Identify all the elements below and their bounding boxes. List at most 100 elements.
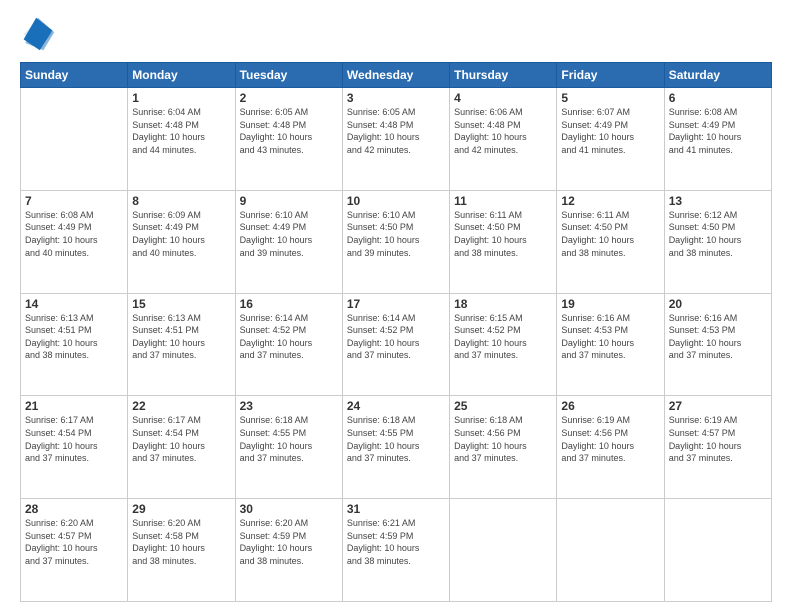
day-info: Sunrise: 6:19 AM Sunset: 4:57 PM Dayligh… bbox=[669, 414, 767, 464]
day-number: 1 bbox=[132, 91, 230, 105]
calendar-cell bbox=[664, 499, 771, 602]
calendar-cell: 17Sunrise: 6:14 AM Sunset: 4:52 PM Dayli… bbox=[342, 293, 449, 396]
calendar-cell: 1Sunrise: 6:04 AM Sunset: 4:48 PM Daylig… bbox=[128, 88, 235, 191]
calendar-cell: 7Sunrise: 6:08 AM Sunset: 4:49 PM Daylig… bbox=[21, 190, 128, 293]
day-number: 24 bbox=[347, 399, 445, 413]
day-info: Sunrise: 6:13 AM Sunset: 4:51 PM Dayligh… bbox=[132, 312, 230, 362]
day-number: 12 bbox=[561, 194, 659, 208]
day-number: 26 bbox=[561, 399, 659, 413]
calendar-cell bbox=[21, 88, 128, 191]
day-info: Sunrise: 6:12 AM Sunset: 4:50 PM Dayligh… bbox=[669, 209, 767, 259]
day-info: Sunrise: 6:13 AM Sunset: 4:51 PM Dayligh… bbox=[25, 312, 123, 362]
day-number: 17 bbox=[347, 297, 445, 311]
day-number: 16 bbox=[240, 297, 338, 311]
calendar-cell: 20Sunrise: 6:16 AM Sunset: 4:53 PM Dayli… bbox=[664, 293, 771, 396]
day-info: Sunrise: 6:18 AM Sunset: 4:55 PM Dayligh… bbox=[240, 414, 338, 464]
day-info: Sunrise: 6:15 AM Sunset: 4:52 PM Dayligh… bbox=[454, 312, 552, 362]
logo-icon bbox=[20, 16, 56, 52]
calendar-cell: 11Sunrise: 6:11 AM Sunset: 4:50 PM Dayli… bbox=[450, 190, 557, 293]
day-info: Sunrise: 6:18 AM Sunset: 4:56 PM Dayligh… bbox=[454, 414, 552, 464]
calendar-week-4: 28Sunrise: 6:20 AM Sunset: 4:57 PM Dayli… bbox=[21, 499, 772, 602]
day-number: 2 bbox=[240, 91, 338, 105]
day-number: 25 bbox=[454, 399, 552, 413]
day-info: Sunrise: 6:20 AM Sunset: 4:58 PM Dayligh… bbox=[132, 517, 230, 567]
calendar-week-2: 14Sunrise: 6:13 AM Sunset: 4:51 PM Dayli… bbox=[21, 293, 772, 396]
calendar-week-0: 1Sunrise: 6:04 AM Sunset: 4:48 PM Daylig… bbox=[21, 88, 772, 191]
calendar-table: SundayMondayTuesdayWednesdayThursdayFrid… bbox=[20, 62, 772, 602]
day-info: Sunrise: 6:20 AM Sunset: 4:59 PM Dayligh… bbox=[240, 517, 338, 567]
day-number: 10 bbox=[347, 194, 445, 208]
day-number: 30 bbox=[240, 502, 338, 516]
calendar-header-tuesday: Tuesday bbox=[235, 63, 342, 88]
day-number: 5 bbox=[561, 91, 659, 105]
day-number: 22 bbox=[132, 399, 230, 413]
calendar-cell: 3Sunrise: 6:05 AM Sunset: 4:48 PM Daylig… bbox=[342, 88, 449, 191]
calendar-cell: 9Sunrise: 6:10 AM Sunset: 4:49 PM Daylig… bbox=[235, 190, 342, 293]
day-info: Sunrise: 6:21 AM Sunset: 4:59 PM Dayligh… bbox=[347, 517, 445, 567]
calendar-cell: 18Sunrise: 6:15 AM Sunset: 4:52 PM Dayli… bbox=[450, 293, 557, 396]
day-info: Sunrise: 6:10 AM Sunset: 4:50 PM Dayligh… bbox=[347, 209, 445, 259]
day-info: Sunrise: 6:11 AM Sunset: 4:50 PM Dayligh… bbox=[454, 209, 552, 259]
calendar-cell: 31Sunrise: 6:21 AM Sunset: 4:59 PM Dayli… bbox=[342, 499, 449, 602]
calendar-cell bbox=[557, 499, 664, 602]
page: SundayMondayTuesdayWednesdayThursdayFrid… bbox=[0, 0, 792, 612]
day-number: 27 bbox=[669, 399, 767, 413]
calendar-cell: 19Sunrise: 6:16 AM Sunset: 4:53 PM Dayli… bbox=[557, 293, 664, 396]
calendar-cell: 21Sunrise: 6:17 AM Sunset: 4:54 PM Dayli… bbox=[21, 396, 128, 499]
day-number: 20 bbox=[669, 297, 767, 311]
day-number: 4 bbox=[454, 91, 552, 105]
day-info: Sunrise: 6:14 AM Sunset: 4:52 PM Dayligh… bbox=[347, 312, 445, 362]
calendar-header-thursday: Thursday bbox=[450, 63, 557, 88]
calendar-header-friday: Friday bbox=[557, 63, 664, 88]
day-number: 3 bbox=[347, 91, 445, 105]
calendar-cell: 16Sunrise: 6:14 AM Sunset: 4:52 PM Dayli… bbox=[235, 293, 342, 396]
calendar-cell: 24Sunrise: 6:18 AM Sunset: 4:55 PM Dayli… bbox=[342, 396, 449, 499]
calendar-cell bbox=[450, 499, 557, 602]
day-number: 29 bbox=[132, 502, 230, 516]
day-number: 14 bbox=[25, 297, 123, 311]
day-info: Sunrise: 6:08 AM Sunset: 4:49 PM Dayligh… bbox=[669, 106, 767, 156]
calendar-cell: 15Sunrise: 6:13 AM Sunset: 4:51 PM Dayli… bbox=[128, 293, 235, 396]
calendar-cell: 29Sunrise: 6:20 AM Sunset: 4:58 PM Dayli… bbox=[128, 499, 235, 602]
calendar-cell: 22Sunrise: 6:17 AM Sunset: 4:54 PM Dayli… bbox=[128, 396, 235, 499]
day-number: 7 bbox=[25, 194, 123, 208]
day-info: Sunrise: 6:11 AM Sunset: 4:50 PM Dayligh… bbox=[561, 209, 659, 259]
calendar-cell: 10Sunrise: 6:10 AM Sunset: 4:50 PM Dayli… bbox=[342, 190, 449, 293]
day-info: Sunrise: 6:06 AM Sunset: 4:48 PM Dayligh… bbox=[454, 106, 552, 156]
day-info: Sunrise: 6:17 AM Sunset: 4:54 PM Dayligh… bbox=[132, 414, 230, 464]
calendar-header-saturday: Saturday bbox=[664, 63, 771, 88]
calendar-header-monday: Monday bbox=[128, 63, 235, 88]
day-number: 18 bbox=[454, 297, 552, 311]
calendar-cell: 27Sunrise: 6:19 AM Sunset: 4:57 PM Dayli… bbox=[664, 396, 771, 499]
calendar-cell: 23Sunrise: 6:18 AM Sunset: 4:55 PM Dayli… bbox=[235, 396, 342, 499]
day-info: Sunrise: 6:04 AM Sunset: 4:48 PM Dayligh… bbox=[132, 106, 230, 156]
day-number: 15 bbox=[132, 297, 230, 311]
day-info: Sunrise: 6:05 AM Sunset: 4:48 PM Dayligh… bbox=[240, 106, 338, 156]
day-number: 23 bbox=[240, 399, 338, 413]
calendar-header-sunday: Sunday bbox=[21, 63, 128, 88]
day-number: 8 bbox=[132, 194, 230, 208]
day-info: Sunrise: 6:16 AM Sunset: 4:53 PM Dayligh… bbox=[669, 312, 767, 362]
header bbox=[20, 16, 772, 52]
day-info: Sunrise: 6:10 AM Sunset: 4:49 PM Dayligh… bbox=[240, 209, 338, 259]
day-number: 11 bbox=[454, 194, 552, 208]
calendar-cell: 14Sunrise: 6:13 AM Sunset: 4:51 PM Dayli… bbox=[21, 293, 128, 396]
calendar-header-row: SundayMondayTuesdayWednesdayThursdayFrid… bbox=[21, 63, 772, 88]
day-number: 6 bbox=[669, 91, 767, 105]
day-info: Sunrise: 6:14 AM Sunset: 4:52 PM Dayligh… bbox=[240, 312, 338, 362]
day-info: Sunrise: 6:17 AM Sunset: 4:54 PM Dayligh… bbox=[25, 414, 123, 464]
logo bbox=[20, 16, 60, 52]
day-info: Sunrise: 6:19 AM Sunset: 4:56 PM Dayligh… bbox=[561, 414, 659, 464]
calendar-cell: 28Sunrise: 6:20 AM Sunset: 4:57 PM Dayli… bbox=[21, 499, 128, 602]
day-number: 31 bbox=[347, 502, 445, 516]
calendar-cell: 12Sunrise: 6:11 AM Sunset: 4:50 PM Dayli… bbox=[557, 190, 664, 293]
calendar-cell: 30Sunrise: 6:20 AM Sunset: 4:59 PM Dayli… bbox=[235, 499, 342, 602]
calendar-week-1: 7Sunrise: 6:08 AM Sunset: 4:49 PM Daylig… bbox=[21, 190, 772, 293]
calendar-cell: 8Sunrise: 6:09 AM Sunset: 4:49 PM Daylig… bbox=[128, 190, 235, 293]
calendar-cell: 13Sunrise: 6:12 AM Sunset: 4:50 PM Dayli… bbox=[664, 190, 771, 293]
calendar-cell: 6Sunrise: 6:08 AM Sunset: 4:49 PM Daylig… bbox=[664, 88, 771, 191]
calendar-cell: 2Sunrise: 6:05 AM Sunset: 4:48 PM Daylig… bbox=[235, 88, 342, 191]
day-info: Sunrise: 6:08 AM Sunset: 4:49 PM Dayligh… bbox=[25, 209, 123, 259]
day-info: Sunrise: 6:16 AM Sunset: 4:53 PM Dayligh… bbox=[561, 312, 659, 362]
day-number: 21 bbox=[25, 399, 123, 413]
